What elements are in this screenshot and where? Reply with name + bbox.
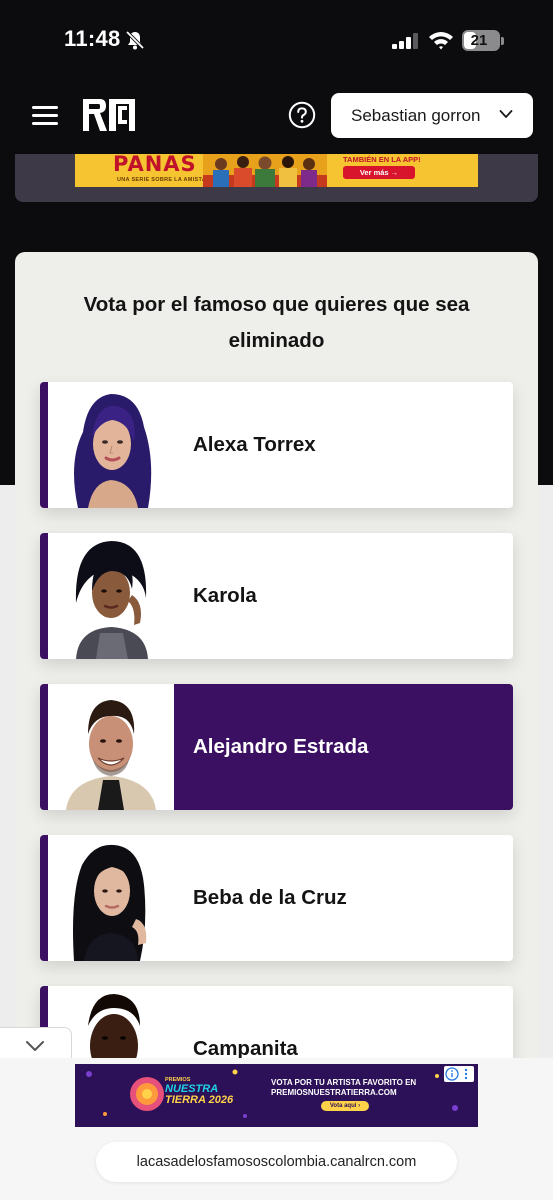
- status-time: 11:48: [64, 26, 121, 51]
- ad-group-photo: [203, 154, 327, 187]
- ad-vote-button[interactable]: Vota aquí ›: [321, 1101, 369, 1111]
- option-name: Alexa Torrex: [193, 433, 316, 456]
- chevron-down-icon: [26, 1041, 44, 1051]
- avatar: [48, 835, 174, 961]
- option-name: Alejandro Estrada: [193, 735, 369, 758]
- vote-option-alexa-torrex[interactable]: Alexa Torrex: [40, 382, 513, 508]
- user-name: Sebastian gorron: [351, 105, 481, 125]
- user-dropdown[interactable]: Sebastian gorron: [331, 93, 533, 138]
- url-text: lacasadelosfamososcolombia.canalrcn.com: [136, 1154, 417, 1170]
- bell-muted-icon: [125, 30, 145, 50]
- avatar: [48, 684, 174, 810]
- ad-vote-text: VOTA POR TU ARTISTA FAVORITO EN: [271, 1078, 417, 1087]
- avatar: [48, 382, 174, 508]
- signal-icon: [392, 33, 418, 49]
- chevron-down-icon: [499, 110, 513, 118]
- status-bar: 11:48 21: [0, 0, 553, 80]
- vote-card: Vota por el famoso que quieres que sea e…: [15, 252, 538, 1112]
- panas-ad-banner[interactable]: PANAS UNA SERIE SOBRE LA AMISTAD TAMBIÉN…: [75, 154, 478, 187]
- ad-url-text: PREMIOSNUESTRATIERRA.COM: [271, 1088, 397, 1097]
- vote-title: Vota por el famoso que quieres que sea e…: [83, 293, 470, 352]
- ad-cta-button[interactable]: Ver más →: [343, 166, 415, 179]
- ad-premios-line2: TIERRA 2026: [165, 1094, 234, 1106]
- browser-url-bar[interactable]: lacasadelosfamososcolombia.canalrcn.com: [96, 1142, 457, 1182]
- option-name: Karola: [193, 584, 257, 607]
- ad-tagline: UNA SERIE SOBRE LA AMISTAD: [117, 177, 211, 183]
- app-header: Sebastian gorron: [0, 80, 553, 154]
- battery-level: 21: [470, 32, 488, 49]
- ad-app-text: TAMBIÉN EN LA APP!: [343, 155, 421, 164]
- wifi-icon: [429, 32, 453, 50]
- ad-brand: PANAS: [113, 154, 197, 176]
- rcn-logo[interactable]: [80, 96, 138, 134]
- vote-option-alejandro-estrada[interactable]: Alejandro Estrada: [40, 684, 513, 810]
- option-name: Beba de la Cruz: [193, 886, 347, 909]
- top-banner-card: PANAS UNA SERIE SOBRE LA AMISTAD TAMBIÉN…: [15, 154, 538, 202]
- premios-ad-banner[interactable]: PREMIOS NUESTRA TIERRA 2026 VOTA POR TU …: [75, 1064, 478, 1127]
- vote-option-beba-de-la-cruz[interactable]: Beba de la Cruz: [40, 835, 513, 961]
- ad-info-icon[interactable]: [444, 1066, 474, 1082]
- help-icon[interactable]: [288, 101, 316, 129]
- menu-icon[interactable]: [32, 106, 58, 126]
- vote-option-karola[interactable]: Karola: [40, 533, 513, 659]
- avatar: [48, 533, 174, 659]
- battery-icon: 21: [462, 30, 500, 51]
